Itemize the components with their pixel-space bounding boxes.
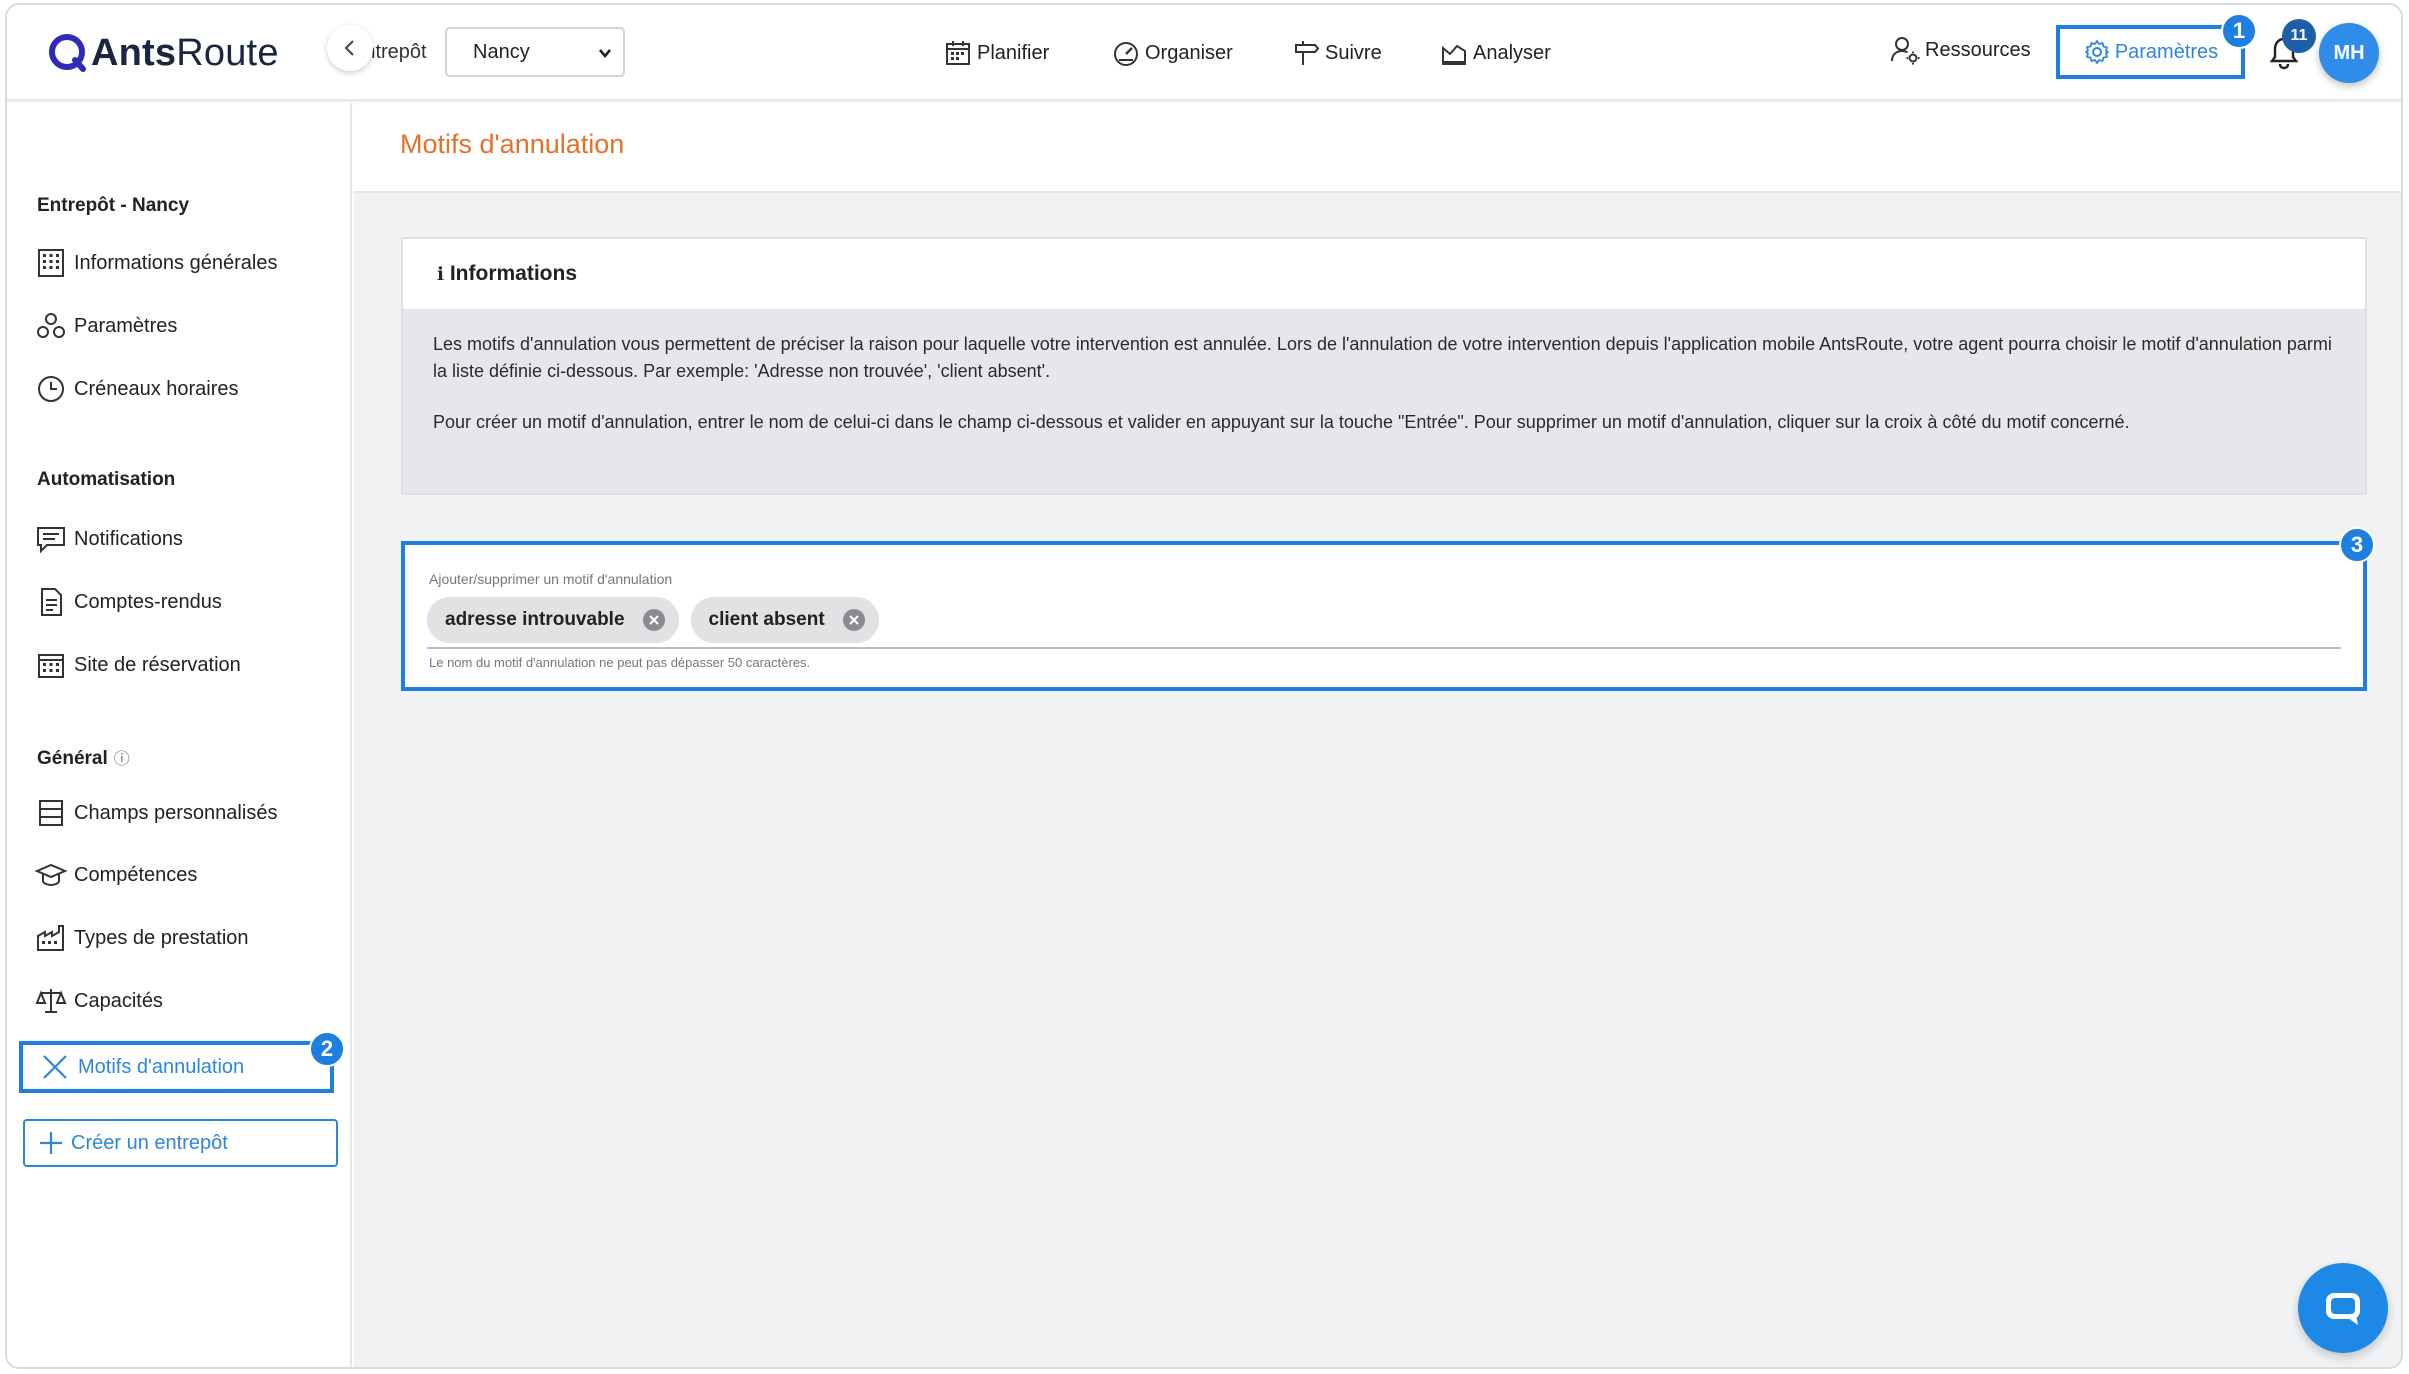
step-badge-3: 3	[2339, 527, 2375, 563]
settings-nodes-icon	[37, 313, 65, 338]
sidebar-item-capacities[interactable]: Capacités	[35, 981, 163, 1021]
resources-label: Ressources	[1925, 38, 2031, 61]
chat-bubble-icon	[2326, 1293, 2360, 1325]
nav-label: Planifier	[977, 41, 1050, 64]
warehouse-value: Nancy	[473, 41, 530, 63]
info-icon: ℹ	[437, 263, 444, 284]
cancellation-reason-input[interactable]	[427, 647, 2341, 649]
table-rows-icon	[39, 800, 63, 826]
nav-label: Suivre	[1325, 41, 1382, 64]
chevron-left-icon	[344, 40, 354, 56]
antsroute-logo[interactable]: AntsRoute	[47, 27, 279, 79]
sidebar-item-label: Types de prestation	[74, 926, 249, 949]
gear-icon	[2084, 40, 2109, 64]
create-warehouse-button[interactable]: Créer un entrepôt	[23, 1119, 338, 1167]
cancellation-reasons-field-card: Ajouter/supprimer un motif d'annulation …	[401, 541, 2367, 691]
nav-organiser[interactable]: Organiser	[1111, 35, 1233, 71]
clock-icon	[38, 376, 64, 402]
calendar-icon	[946, 41, 970, 65]
calendar-icon	[38, 654, 64, 678]
information-card: ℹ Informations Les motifs d'annulation v…	[401, 237, 2367, 495]
nav-label: Organiser	[1145, 41, 1233, 64]
sidebar-item-custom-fields[interactable]: Champs personnalisés	[35, 793, 277, 833]
page-title: Motifs d'annulation	[400, 129, 625, 159]
remove-chip-icon[interactable]	[642, 609, 665, 631]
sidebar-item-label: Motifs d'annulation	[78, 1055, 245, 1078]
nav-analyser[interactable]: Analyser	[1439, 35, 1551, 71]
sidebar-item-time-slots[interactable]: Créneaux horaires	[35, 369, 239, 409]
section-title-general: Général ⓘ	[37, 745, 130, 770]
chip-label: client absent	[708, 609, 825, 630]
information-card-header: ℹ Informations	[403, 239, 2365, 311]
section-title-warehouse: Entrepôt - Nancy	[37, 195, 190, 216]
create-warehouse-label: Créer un entrepôt	[71, 1131, 228, 1154]
document-icon	[41, 588, 62, 616]
sidebar-item-cancellation-reasons[interactable]: Motifs d'annulation	[19, 1041, 334, 1093]
sidebar-item-label: Paramètres	[74, 314, 178, 337]
app-window: AntsRoute Entrepôt Nancy Planifier Organ…	[5, 3, 2403, 1369]
graduation-cap-icon	[35, 863, 67, 887]
sidebar-item-parametres[interactable]: Paramètres	[35, 306, 177, 346]
settings-label: Paramètres	[2114, 40, 2219, 63]
section-title-general-text: Général	[37, 748, 108, 769]
remove-chip-icon[interactable]	[842, 609, 865, 631]
sidebar-item-label: Informations générales	[74, 251, 278, 274]
sidebar-collapse-button[interactable]	[327, 25, 373, 71]
sidebar-item-label: Notifications	[74, 527, 183, 550]
user-gear-icon	[1891, 37, 1920, 65]
settings-button[interactable]: Paramètres	[2056, 25, 2245, 79]
message-icon	[37, 527, 65, 554]
page-header: Motifs d'annulation	[354, 103, 2401, 193]
step-badge-1: 1	[2221, 13, 2257, 49]
information-paragraph: Les motifs d'annulation vous permettent …	[433, 334, 2332, 381]
chip-list: adresse introuvable client absent	[427, 597, 879, 643]
signpost-icon	[1295, 41, 1320, 65]
information-paragraph: Pour créer un motif d'annulation, entrer…	[433, 412, 2130, 432]
sidebar-item-booking-site[interactable]: Site de réservation	[35, 645, 241, 685]
sidebar-item-service-types[interactable]: Types de prestation	[35, 918, 249, 958]
sidebar-item-notifications[interactable]: Notifications	[35, 519, 183, 559]
sidebar: Entrepôt - Nancy Informations générales …	[7, 103, 352, 1367]
close-icon	[43, 1055, 67, 1079]
information-body: Les motifs d'annulation vous permettent …	[433, 331, 2333, 436]
field-hint: Le nom du motif d'annulation ne peut pas…	[429, 655, 811, 670]
chip-label: adresse introuvable	[445, 609, 625, 630]
sidebar-item-label: Comptes-rendus	[74, 590, 222, 613]
building-icon	[38, 249, 64, 277]
field-label: Ajouter/supprimer un motif d'annulation	[429, 571, 673, 587]
resources-link[interactable]: Ressources	[1889, 33, 2031, 67]
info-icon[interactable]: ⓘ	[114, 751, 130, 768]
reason-chip[interactable]: client absent	[690, 597, 879, 643]
nav-suivre[interactable]: Suivre	[1291, 35, 1382, 71]
section-title-automation: Automatisation	[37, 469, 176, 490]
sidebar-item-label: Site de réservation	[74, 653, 241, 676]
sidebar-item-general-info[interactable]: Informations générales	[35, 243, 277, 283]
warehouse-select[interactable]: Nancy	[445, 27, 625, 77]
chevron-down-icon	[599, 49, 611, 59]
chart-icon	[1442, 44, 1466, 65]
speedometer-icon	[1114, 42, 1138, 66]
factory-icon	[37, 925, 64, 951]
reason-chip[interactable]: adresse introuvable	[427, 597, 679, 643]
sidebar-item-label: Capacités	[74, 989, 163, 1012]
sidebar-item-label: Créneaux horaires	[74, 377, 239, 400]
logo-text: AntsRoute	[91, 31, 279, 74]
logo-icon	[49, 34, 86, 72]
information-title: Informations	[449, 262, 578, 285]
chat-support-button[interactable]	[2298, 1263, 2388, 1353]
nav-label: Analyser	[1473, 41, 1551, 64]
nav-planifier[interactable]: Planifier	[943, 35, 1049, 71]
plus-icon	[40, 1132, 62, 1154]
sidebar-item-label: Compétences	[74, 863, 198, 886]
notification-count-badge: 11	[2282, 19, 2316, 53]
sidebar-item-skills[interactable]: Compétences	[35, 855, 197, 895]
scale-icon	[35, 989, 67, 1013]
sidebar-item-reports[interactable]: Comptes-rendus	[35, 582, 222, 622]
sidebar-item-label: Champs personnalisés	[74, 801, 278, 824]
user-avatar[interactable]: MH	[2319, 23, 2379, 83]
step-badge-2: 2	[309, 1031, 345, 1067]
